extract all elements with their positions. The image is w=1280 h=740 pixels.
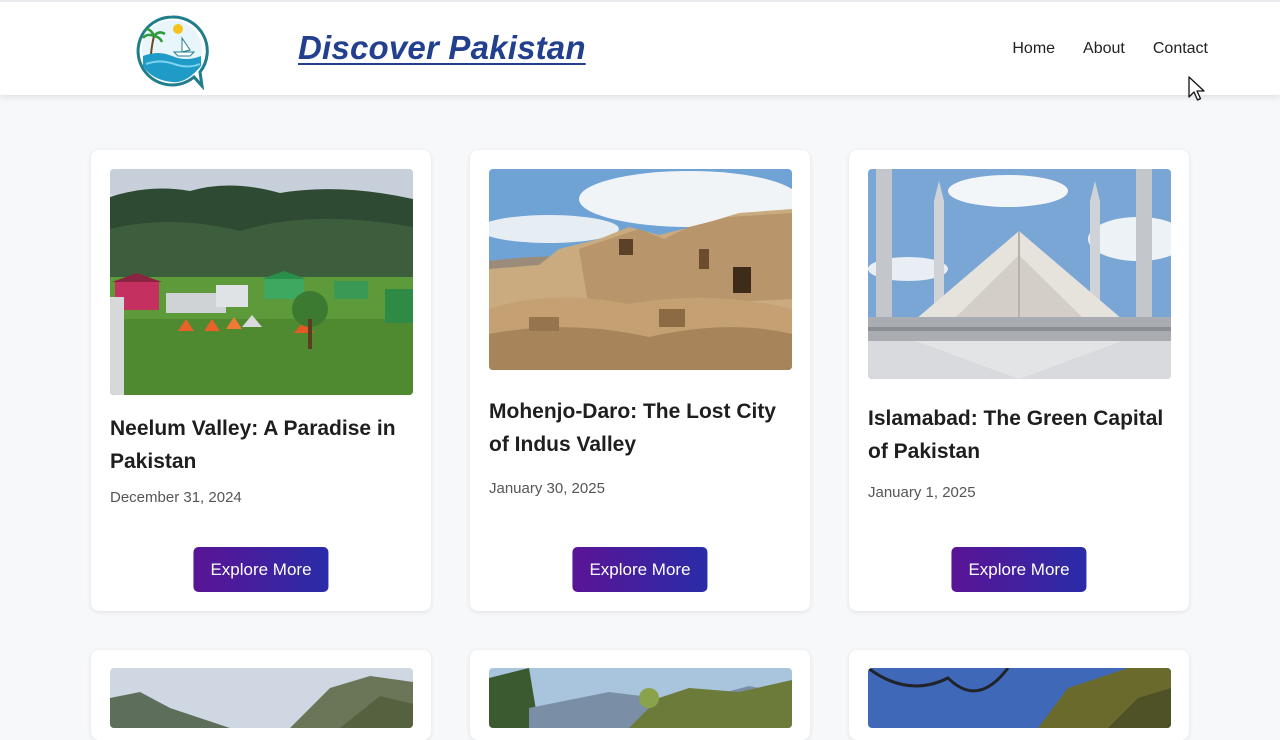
explore-more-button[interactable]: Explore More	[193, 547, 329, 592]
destination-card: Islamabad: The Green Capital of Pakistan…	[849, 150, 1189, 611]
card-title[interactable]: Neelum Valley: A Paradise in Pakistan	[110, 412, 410, 478]
site-header: Discover Pakistan Home About Contact	[0, 0, 1280, 95]
card-image	[110, 668, 413, 728]
cursor-icon	[1188, 76, 1206, 102]
explore-more-button[interactable]: Explore More	[572, 547, 708, 592]
destination-card: Mohenjo-Daro: The Lost City of Indus Val…	[470, 150, 810, 611]
logo-icon[interactable]	[134, 14, 210, 91]
explore-more-button[interactable]: Explore More	[951, 547, 1087, 592]
destination-card: Neelum Valley: A Paradise in Pakistan De…	[91, 150, 431, 611]
destination-card	[470, 650, 810, 740]
destination-card	[91, 650, 431, 740]
card-date: January 1, 2025	[868, 484, 976, 501]
destination-card	[849, 650, 1189, 740]
nav-contact-link[interactable]: Contact	[1153, 40, 1208, 58]
nav-about-link[interactable]: About	[1083, 40, 1125, 58]
card-title[interactable]: Mohenjo-Daro: The Lost City of Indus Val…	[489, 395, 789, 461]
main-nav: Home About Contact	[1012, 40, 1208, 58]
card-image-islamabad	[868, 169, 1171, 379]
card-image	[868, 668, 1171, 728]
card-image-mohenjo-daro	[489, 169, 792, 370]
site-title[interactable]: Discover Pakistan	[298, 29, 586, 67]
card-date: January 30, 2025	[489, 480, 605, 497]
card-title[interactable]: Islamabad: The Green Capital of Pakistan	[868, 402, 1168, 468]
nav-home-link[interactable]: Home	[1012, 40, 1055, 58]
card-image-neelum-valley	[110, 169, 413, 395]
card-image	[489, 668, 792, 728]
card-date: December 31, 2024	[110, 489, 242, 506]
